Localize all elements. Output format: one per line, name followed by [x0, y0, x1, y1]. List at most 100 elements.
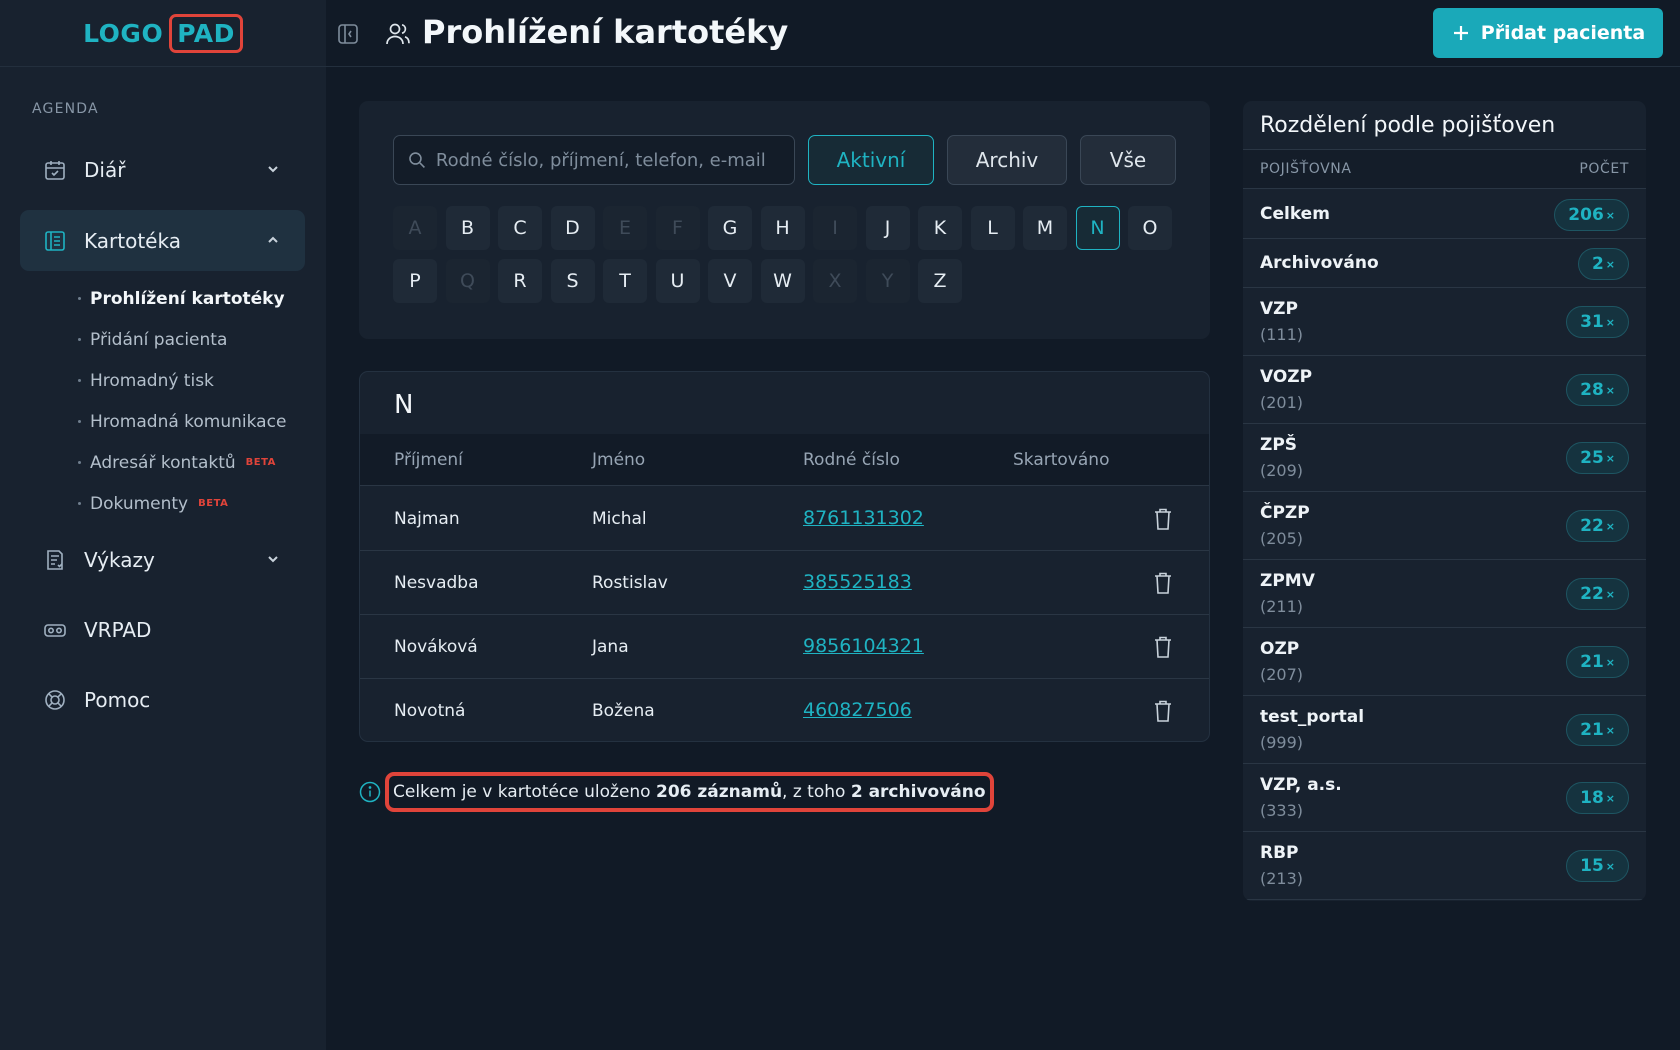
- count-value: 28: [1580, 380, 1604, 400]
- table-row[interactable]: Nesvadba Rostislav 385525183: [360, 551, 1209, 615]
- count-value: 2: [1591, 254, 1604, 274]
- search-box[interactable]: [393, 135, 795, 185]
- cell-birth-number-link[interactable]: 9856104321: [803, 635, 924, 657]
- letter-filter-g[interactable]: G: [708, 206, 752, 250]
- count-badge: 18 ×: [1566, 782, 1629, 814]
- cell-surname: Nováková: [394, 637, 478, 657]
- count-suffix: ×: [1605, 315, 1615, 329]
- add-patient-button[interactable]: Přidat pacienta: [1433, 8, 1663, 58]
- count-suffix: ×: [1605, 723, 1615, 737]
- section-label-agenda: AGENDA: [32, 101, 99, 117]
- submenu-hromadny-tisk[interactable]: Hromadný tisk: [78, 360, 286, 401]
- search-input[interactable]: [435, 149, 794, 171]
- sidebar-item-vrpad[interactable]: VRPAD: [20, 599, 305, 660]
- logo[interactable]: LOGO PAD: [83, 13, 243, 53]
- letter-filter-d[interactable]: D: [550, 206, 595, 250]
- search-icon: [409, 152, 425, 169]
- count-badge: 22 ×: [1566, 510, 1629, 542]
- letter-filter-l[interactable]: L: [970, 206, 1015, 250]
- table-row[interactable]: Nováková Jana 9856104321: [360, 615, 1209, 679]
- insurance-breakdown-panel: Rozdělení podle pojišťoven POJIŠŤOVNA PO…: [1243, 101, 1646, 901]
- vr-headset-icon: [42, 617, 68, 643]
- cell-name: Božena: [592, 701, 655, 721]
- count-suffix: ×: [1605, 587, 1615, 601]
- letter-filter-j[interactable]: J: [865, 206, 910, 250]
- letter-filter-o[interactable]: O: [1128, 206, 1172, 250]
- insurer-name: OZP: [1260, 639, 1300, 659]
- delete-icon[interactable]: [1152, 699, 1174, 723]
- group-letter: N: [394, 390, 414, 420]
- count-value: 18: [1580, 788, 1604, 808]
- submenu-adresar-kontaktu[interactable]: Adresář kontaktů BETA: [78, 442, 286, 483]
- count-suffix: ×: [1605, 451, 1615, 465]
- sidebar-item-vykazy[interactable]: Výkazy: [20, 529, 305, 590]
- cell-surname: Najman: [394, 509, 460, 529]
- submenu-label: Dokumenty: [90, 493, 189, 514]
- count-suffix: ×: [1605, 383, 1615, 397]
- submenu-hromadna-komunikace[interactable]: Hromadná komunikace: [78, 401, 286, 442]
- count-suffix: ×: [1605, 519, 1615, 533]
- submenu-dokumenty[interactable]: Dokumenty BETA: [78, 483, 286, 524]
- insurer-name: test_portal: [1260, 707, 1365, 727]
- cell-birth-number-link[interactable]: 460827506: [803, 699, 912, 721]
- letter-filter-t[interactable]: T: [603, 259, 647, 303]
- delete-icon[interactable]: [1152, 507, 1174, 531]
- letter-filter-p[interactable]: P: [393, 259, 437, 303]
- filter-active-button[interactable]: Aktivní: [808, 135, 934, 185]
- count-value: 206: [1568, 205, 1604, 225]
- cell-name: Jana: [592, 637, 629, 657]
- cell-birth-number-link[interactable]: 385525183: [803, 571, 912, 593]
- sidebar-item-kartoteka[interactable]: Kartotéka: [20, 210, 305, 271]
- insurer-name: ZPŠ: [1260, 435, 1298, 455]
- lifebuoy-icon: [42, 687, 68, 713]
- filter-archive-button[interactable]: Archiv: [947, 135, 1067, 185]
- count-badge: 2 ×: [1577, 248, 1629, 280]
- address-book-icon: [42, 228, 68, 254]
- insurer-name: Archivováno: [1260, 253, 1379, 273]
- letter-filter-h[interactable]: H: [760, 206, 805, 250]
- sidebar-item-label: Kartotéka: [84, 228, 181, 253]
- sidebar-item-diar[interactable]: Diář: [20, 139, 305, 200]
- delete-icon[interactable]: [1152, 635, 1174, 659]
- sidebar-collapse-icon[interactable]: [336, 22, 360, 46]
- table-row[interactable]: Najman Michal 8761131302: [360, 487, 1209, 551]
- insurer-name: ZPMV: [1260, 571, 1315, 591]
- sidebar-item-label: Diář: [84, 157, 126, 182]
- beta-badge: BETA: [245, 457, 276, 468]
- column-header-count: POČET: [1579, 161, 1629, 177]
- submenu-label: Hromadná komunikace: [90, 411, 287, 432]
- sidebar-item-pomoc[interactable]: Pomoc: [20, 669, 305, 730]
- count-badge: 22 ×: [1566, 578, 1629, 610]
- table-row[interactable]: Novotná Božena 460827506: [360, 679, 1209, 741]
- cell-birth-number-link[interactable]: 8761131302: [803, 507, 924, 529]
- plus-icon: [1453, 26, 1468, 40]
- letter-filter-b[interactable]: B: [445, 206, 490, 250]
- patients-table-panel: N Příjmení Jméno Rodné číslo Skartováno …: [359, 371, 1210, 742]
- insurer-code: (201): [1260, 393, 1304, 412]
- insurer-code: (213): [1260, 869, 1304, 888]
- count-suffix: ×: [1605, 791, 1615, 805]
- delete-icon[interactable]: [1152, 571, 1174, 595]
- topbar: Prohlížení kartotéky Přidat pacienta: [326, 0, 1680, 67]
- letter-filter-v[interactable]: V: [708, 259, 752, 303]
- filter-all-button[interactable]: Vše: [1080, 135, 1176, 185]
- letter-filter-i: I: [813, 206, 857, 250]
- count-badge: 21 ×: [1566, 714, 1629, 746]
- records-info: Celkem je v kartotéce uloženo 206 záznam…: [359, 772, 994, 812]
- insurance-row: ZPMV (211) 22 ×: [1243, 560, 1646, 628]
- letter-filter-r[interactable]: R: [498, 259, 542, 303]
- beta-badge: BETA: [198, 498, 229, 509]
- letter-filter-u[interactable]: U: [655, 259, 700, 303]
- letter-filter-n[interactable]: N: [1075, 206, 1120, 250]
- letter-filter-m[interactable]: M: [1023, 206, 1067, 250]
- letter-filter-z[interactable]: Z: [918, 259, 962, 303]
- letter-filter-k[interactable]: K: [918, 206, 962, 250]
- submenu-pridani-pacienta[interactable]: Přidání pacienta: [78, 319, 286, 360]
- letter-filter-c[interactable]: C: [498, 206, 542, 250]
- insurance-row: Celkem 206 ×: [1243, 190, 1646, 239]
- letter-filter-w[interactable]: W: [760, 259, 805, 303]
- letter-filter-s[interactable]: S: [550, 259, 595, 303]
- submenu-prohlizeni-kartoteky[interactable]: Prohlížení kartotéky: [78, 278, 286, 319]
- cell-surname: Nesvadba: [394, 573, 479, 593]
- insurer-name: VOZP: [1260, 367, 1313, 387]
